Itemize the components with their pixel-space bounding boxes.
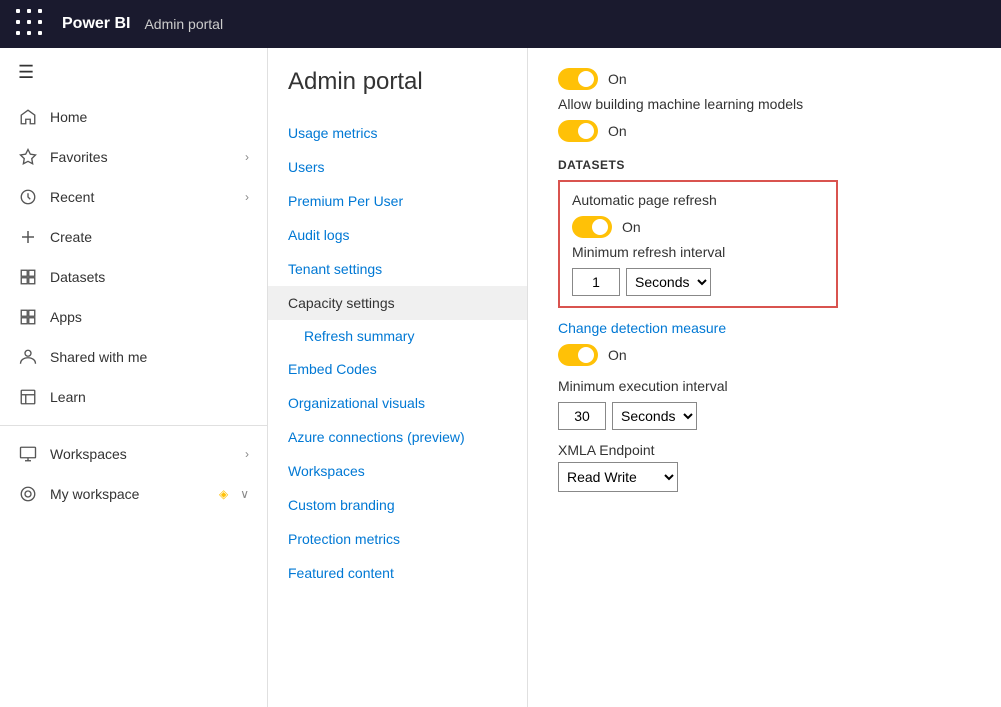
settings-panel: On Allow building machine learning model… — [528, 48, 1001, 707]
sidebar-item-workspaces-label: Workspaces — [50, 446, 233, 462]
sidebar-item-my-workspace-label: My workspace — [50, 486, 207, 502]
sidebar-item-apps[interactable]: Apps — [0, 297, 267, 337]
my-workspace-chevron-icon: ∨ — [240, 487, 249, 501]
shared-icon — [18, 347, 38, 367]
top-bar: Power BI Admin portal — [0, 0, 1001, 48]
sidebar-item-recent-label: Recent — [50, 189, 233, 205]
sidebar-item-my-workspace[interactable]: My workspace ◈ ∨ — [0, 474, 267, 514]
sidebar-item-favorites[interactable]: Favorites › — [0, 137, 267, 177]
sidebar-item-recent[interactable]: Recent › — [0, 177, 267, 217]
app-logo: Power BI — [62, 15, 130, 33]
sidebar-item-datasets[interactable]: Datasets — [0, 257, 267, 297]
exec-unit-select[interactable]: Seconds Minutes — [612, 402, 697, 430]
interval-input[interactable] — [572, 268, 620, 296]
toggle4[interactable] — [558, 344, 598, 366]
admin-nav-tenant-settings[interactable]: Tenant settings — [268, 252, 527, 286]
exec-label: Minimum execution interval — [558, 378, 971, 394]
sidebar-item-learn-label: Learn — [50, 389, 249, 405]
change-detection-label: Change detection measure — [558, 320, 971, 336]
sidebar-item-apps-label: Apps — [50, 309, 249, 325]
admin-portal-title: Admin portal — [268, 68, 527, 116]
my-workspace-icon — [18, 484, 38, 504]
interval-label: Minimum refresh interval — [572, 244, 824, 260]
toggle4-label: On — [608, 347, 627, 363]
allow-ml-text: Allow building machine learning models — [558, 96, 971, 112]
auto-refresh-box: Automatic page refresh On Minimum refres… — [558, 180, 838, 308]
admin-nav-custom-branding[interactable]: Custom branding — [268, 488, 527, 522]
apps-icon — [18, 307, 38, 327]
create-icon — [18, 227, 38, 247]
toggle2-row: On — [558, 120, 971, 142]
admin-nav-audit-logs[interactable]: Audit logs — [268, 218, 527, 252]
interval-unit-select[interactable]: Seconds Minutes — [626, 268, 711, 296]
sidebar-item-shared[interactable]: Shared with me — [0, 337, 267, 377]
xmla-label: XMLA Endpoint — [558, 442, 971, 458]
learn-icon — [18, 387, 38, 407]
sidebar-item-home-label: Home — [50, 109, 249, 125]
admin-nav-refresh-summary[interactable]: Refresh summary — [268, 320, 527, 352]
main-layout: ☰ Home Favorites › Recent › — [0, 48, 1001, 707]
admin-nav-org-visuals[interactable]: Organizational visuals — [268, 386, 527, 420]
admin-nav-featured-content[interactable]: Featured content — [268, 556, 527, 590]
sidebar-item-learn[interactable]: Learn — [0, 377, 267, 417]
toggle1-row: On — [558, 68, 971, 90]
xmla-section: XMLA Endpoint Read Write Off Read Only — [558, 442, 971, 492]
admin-nav: Admin portal Usage metrics Users Premium… — [268, 48, 528, 707]
sidebar-item-create[interactable]: Create — [0, 217, 267, 257]
toggle2[interactable] — [558, 120, 598, 142]
exec-section: Minimum execution interval Seconds Minut… — [558, 378, 971, 430]
admin-nav-users[interactable]: Users — [268, 150, 527, 184]
sidebar-item-workspaces[interactable]: Workspaces › — [0, 434, 267, 474]
home-icon — [18, 107, 38, 127]
sidebar: ☰ Home Favorites › Recent › — [0, 48, 268, 707]
admin-nav-embed-codes[interactable]: Embed Codes — [268, 352, 527, 386]
datasets-section-label: DATASETS — [558, 158, 971, 172]
exec-interval-input[interactable] — [558, 402, 606, 430]
admin-nav-protection-metrics[interactable]: Protection metrics — [268, 522, 527, 556]
hamburger-menu[interactable]: ☰ — [0, 48, 267, 97]
interval-row: Seconds Minutes — [572, 268, 824, 296]
toggle2-label: On — [608, 123, 627, 139]
recent-chevron-icon: › — [245, 190, 249, 204]
admin-nav-premium-per-user[interactable]: Premium Per User — [268, 184, 527, 218]
admin-nav-usage-metrics[interactable]: Usage metrics — [268, 116, 527, 150]
sidebar-item-favorites-label: Favorites — [50, 149, 233, 165]
app-launcher-icon[interactable] — [16, 9, 46, 39]
workspaces-chevron-icon: › — [245, 447, 249, 461]
xmla-select[interactable]: Read Write Off Read Only — [558, 462, 678, 492]
sidebar-item-datasets-label: Datasets — [50, 269, 249, 285]
favorites-chevron-icon: › — [245, 150, 249, 164]
sidebar-item-shared-label: Shared with me — [50, 349, 249, 365]
recent-icon — [18, 187, 38, 207]
toggle4-row: On — [558, 344, 971, 366]
premium-diamond-icon: ◈ — [219, 487, 228, 501]
auto-refresh-title: Automatic page refresh — [572, 192, 824, 208]
toggle1-label: On — [608, 71, 627, 87]
content-area: Admin portal Usage metrics Users Premium… — [268, 48, 1001, 707]
toggle3-label: On — [622, 219, 641, 235]
admin-nav-capacity-settings[interactable]: Capacity settings — [268, 286, 527, 320]
datasets-icon — [18, 267, 38, 287]
admin-nav-azure-connections[interactable]: Azure connections (preview) — [268, 420, 527, 454]
toggle3[interactable] — [572, 216, 612, 238]
workspaces-icon — [18, 444, 38, 464]
sidebar-item-create-label: Create — [50, 229, 249, 245]
admin-nav-workspaces[interactable]: Workspaces — [268, 454, 527, 488]
top-bar-title: Admin portal — [144, 16, 223, 32]
exec-interval-row: Seconds Minutes — [558, 402, 971, 430]
toggle1[interactable] — [558, 68, 598, 90]
toggle3-row: On — [572, 216, 824, 238]
favorites-icon — [18, 147, 38, 167]
sidebar-item-home[interactable]: Home — [0, 97, 267, 137]
